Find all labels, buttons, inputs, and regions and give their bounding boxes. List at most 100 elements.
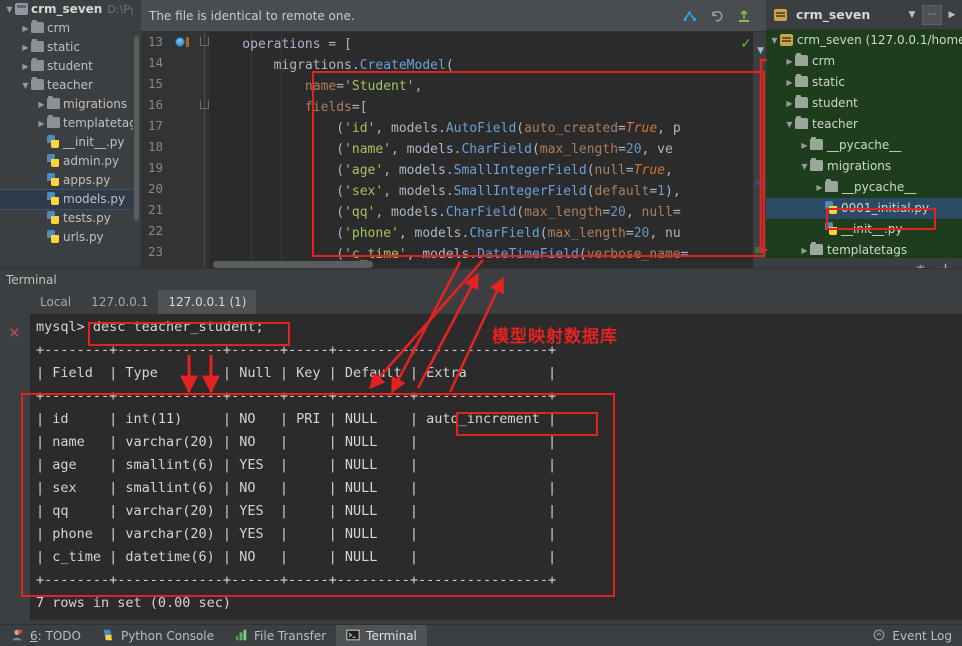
project-tree-item--init-py[interactable]: ▶ __init__.py <box>0 133 140 152</box>
code-line-18[interactable]: ('name', models.CharField(max_length=20,… <box>211 139 673 160</box>
terminal-prompt-line: mysql> desc teacher_student; <box>36 319 264 335</box>
project-tree-item-crm[interactable]: ▶ crm <box>0 19 140 38</box>
event-log-button[interactable]: Event Log <box>862 625 962 646</box>
fold-handle-inner[interactable] <box>200 100 209 109</box>
chevron-right-icon[interactable]: ▶ <box>784 93 795 114</box>
project-tree-item-admin-py[interactable]: ▶ admin.py <box>0 152 140 171</box>
notification-actions <box>682 8 758 24</box>
remote-tree-item--pycache-[interactable]: ▶ __pycache__ <box>766 135 962 156</box>
code-line-15[interactable]: name='Student', <box>211 76 422 97</box>
remote-tree-item-crm-seven-127-0-0-1-home-p[interactable]: ▼ crm_seven (127.0.0.1/home/p <box>766 30 962 51</box>
project-tree-item-static[interactable]: ▶ static <box>0 38 140 57</box>
breakpoint-icon[interactable] <box>175 37 185 47</box>
remote-tree-item--init-py[interactable]: ▶ __init__.py <box>766 219 962 240</box>
editor-marker-bar[interactable]: ▼ <box>753 32 766 268</box>
code-line-22[interactable]: ('phone', models.CharField(max_length=20… <box>211 223 680 244</box>
close-session-icon[interactable]: ✕ <box>8 326 21 341</box>
code-line-13[interactable]: operations = [ <box>211 34 352 55</box>
chevron-down-icon[interactable]: ▼ <box>799 156 810 177</box>
status-bar-item-file-transfer[interactable]: File Transfer <box>224 625 336 646</box>
code-token: , <box>665 163 673 178</box>
project-tree-item-models-py[interactable]: ▶ models.py <box>0 189 140 210</box>
project-tree-item-urls-py[interactable]: ▶ urls.py <box>0 228 140 247</box>
fold-handle-outer[interactable] <box>200 37 209 46</box>
project-tree-item-label: templatetag <box>63 116 137 130</box>
code-token: , ve <box>641 142 673 157</box>
terminal-console[interactable]: mysql> desc teacher_student; +--------+--… <box>30 314 962 620</box>
upload-icon[interactable] <box>736 8 752 24</box>
status-bar-item-python-console[interactable]: Python Console <box>91 625 224 646</box>
remote-tree-item--pycache-[interactable]: ▶ __pycache__ <box>766 177 962 198</box>
chevron-right-icon[interactable]: ▶ <box>784 51 795 72</box>
chevron-right-icon[interactable]: ▶ <box>799 135 810 156</box>
chevron-down-icon[interactable]: ▼ <box>4 0 15 19</box>
status-bar-item-terminal[interactable]: Terminal <box>336 624 427 646</box>
more-options-icon[interactable]: ⋯ <box>922 4 942 25</box>
chevron-right-icon[interactable]: ▶ <box>36 114 47 133</box>
chevron-down-icon[interactable]: ▼ <box>784 114 795 135</box>
scroll-down-arrow-icon[interactable]: ▼ <box>757 46 764 56</box>
remote-tree-item-0001-initial-py[interactable]: ▶ 0001_initial.py <box>766 198 962 219</box>
remote-tree-item-student[interactable]: ▶ student <box>766 93 962 114</box>
terminal-tab-127-0-0-1-1-[interactable]: 127.0.0.1 (1) <box>158 290 257 314</box>
code-line-21[interactable]: ('qq', models.CharField(max_length=20, n… <box>211 202 681 223</box>
project-tree-item-student[interactable]: ▶ student <box>0 57 140 76</box>
chevron-down-icon[interactable]: ▼ <box>20 76 31 95</box>
code-token: CreateModel <box>359 58 446 73</box>
project-tree-scroll-thumb[interactable] <box>134 36 139 221</box>
event-log-item[interactable]: Event Log <box>862 625 962 646</box>
project-tree-scrollbar[interactable] <box>133 0 140 268</box>
compare-icon[interactable] <box>682 8 698 24</box>
undo-icon[interactable] <box>709 8 725 24</box>
terminal-tab-local[interactable]: Local <box>30 290 81 314</box>
code-token: , models. <box>375 205 446 220</box>
code-line-17[interactable]: ('id', models.AutoField(auto_created=Tru… <box>211 118 680 139</box>
chevron-right-icon[interactable]: ▶ <box>942 5 962 25</box>
folder-icon <box>795 53 808 66</box>
chevron-down-icon[interactable]: ▼ <box>902 5 922 25</box>
code-token: = <box>618 142 626 157</box>
remote-tree-items[interactable]: ▼ crm_seven (127.0.0.1/home/p ▶ crm ▶ static ▶… <box>766 30 962 262</box>
chevron-right-icon[interactable]: ▶ <box>20 38 31 57</box>
chevron-right-icon[interactable]: ▶ <box>20 19 31 38</box>
terminal-result-line: 7 rows in set (0.00 sec) <box>36 595 232 611</box>
remote-tree-item-teacher[interactable]: ▼ teacher <box>766 114 962 135</box>
code-text[interactable]: operations = [ migrations.CreateModel( n… <box>211 32 766 268</box>
code-token: , models. <box>375 121 446 136</box>
code-line-14[interactable]: migrations.CreateModel( <box>211 55 454 76</box>
chevron-right-icon[interactable]: ▶ <box>784 72 795 93</box>
code-token: ( <box>531 142 540 157</box>
code-token: = <box>672 205 681 220</box>
chevron-right-icon[interactable]: ▶ <box>36 95 47 114</box>
project-tree-item-templatetag[interactable]: ▶ templatetag <box>0 114 140 133</box>
modification-marker <box>186 37 189 47</box>
pycharm-window: ▼crm_sevenD:\Pyth ▶crm▶static▶student▼te… <box>0 0 962 646</box>
terminal-tab-127-0-0-1[interactable]: 127.0.0.1 <box>81 290 158 314</box>
chevron-down-icon[interactable]: ▼ <box>769 30 780 51</box>
project-tree-item-teacher[interactable]: ▼ teacher <box>0 76 140 95</box>
project-tree-item-migrations[interactable]: ▶ migrations <box>0 95 140 114</box>
remote-tree-item-crm[interactable]: ▶ crm <box>766 51 962 72</box>
status-bar-item-6-todo[interactable]: 6: TODO <box>0 625 91 646</box>
line-number: 15 <box>147 76 163 91</box>
project-tree-item-tests-py[interactable]: ▶ tests.py <box>0 209 140 228</box>
project-tree-panel[interactable]: ▼crm_sevenD:\Pyth ▶crm▶static▶student▼te… <box>0 0 140 268</box>
code-editor[interactable]: 13 14 15 16 17 18 19 20 21 22 23 operations = [ mi… <box>141 32 766 268</box>
editor-horizontal-scrollbar[interactable] <box>213 261 373 268</box>
tree-row-root[interactable]: ▼crm_sevenD:\Pyth <box>0 0 140 19</box>
editor-gutter[interactable]: 13 14 15 16 17 18 19 20 21 22 23 <box>141 32 209 268</box>
code-line-20[interactable]: ('sex', models.SmallIntegerField(default… <box>211 181 680 202</box>
code-line-19[interactable]: ('age', models.SmallIntegerField(null=Tr… <box>211 160 673 181</box>
code-token: , models. <box>398 226 470 241</box>
tree-spacer: ▶ <box>36 133 47 152</box>
chevron-right-icon[interactable]: ▶ <box>814 177 825 198</box>
remote-tree-item-static[interactable]: ▶ static <box>766 72 962 93</box>
chevron-right-icon[interactable]: ▶ <box>20 57 31 76</box>
terminal-side-toolbar: + ✕ <box>0 290 30 620</box>
code-line-16[interactable]: fields=[ <box>211 97 368 118</box>
remote-tree-item-migrations[interactable]: ▼ migrations <box>766 156 962 177</box>
python-file-icon <box>47 173 60 186</box>
inspection-ok-icon[interactable]: ✓ <box>740 36 752 52</box>
code-token: 'sex' <box>344 184 384 199</box>
project-tree-item-apps-py[interactable]: ▶ apps.py <box>0 171 140 190</box>
